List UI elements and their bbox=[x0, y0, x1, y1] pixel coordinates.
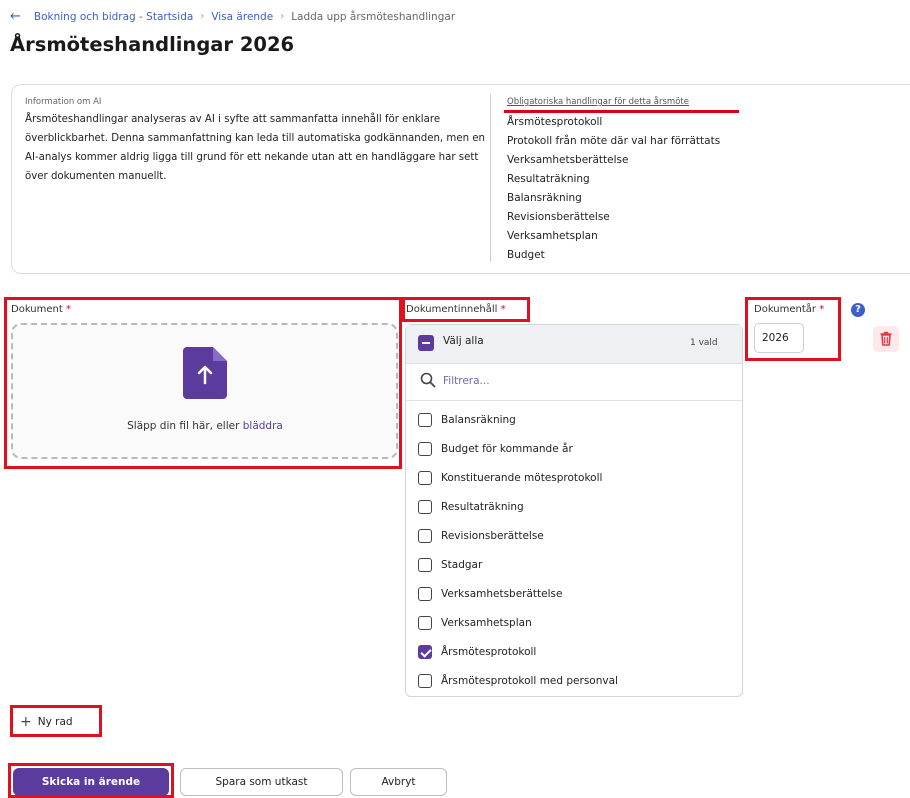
select-all-label: Välj alla bbox=[443, 335, 484, 347]
option-label: Årsmötesprotokoll bbox=[441, 646, 537, 658]
option-label: Årsmötesprotokoll med personval bbox=[441, 675, 618, 687]
year-label-text: Dokumentår bbox=[754, 304, 817, 315]
content-option[interactable]: Årsmötesprotokoll med personval bbox=[418, 671, 718, 691]
option-checkbox[interactable] bbox=[418, 500, 432, 514]
option-label: Balansräkning bbox=[441, 414, 516, 426]
required-doc-item: Protokoll från möte där val har förrätta… bbox=[507, 135, 721, 147]
option-checkbox[interactable] bbox=[418, 616, 432, 630]
info-divider bbox=[490, 94, 491, 262]
breadcrumb-link-startsida[interactable]: Bokning och bidrag - Startsida bbox=[34, 11, 193, 23]
option-checkbox[interactable] bbox=[418, 674, 432, 688]
required-doc-item: Budget bbox=[507, 249, 545, 261]
plus-icon: + bbox=[20, 714, 32, 730]
content-option[interactable]: Resultaträkning bbox=[418, 497, 718, 517]
required-docs-list: Årsmötesprotokoll Protokoll från möte dä… bbox=[507, 113, 720, 265]
content-option[interactable]: Revisionsberättelse bbox=[418, 526, 718, 546]
content-label-text: Dokumentinnehåll bbox=[406, 304, 498, 315]
content-option[interactable]: Årsmötesprotokoll bbox=[418, 642, 718, 662]
content-option[interactable]: Konstituerande mötesprotokoll bbox=[418, 468, 718, 488]
back-arrow-icon[interactable]: ← bbox=[10, 9, 21, 24]
submit-button[interactable]: Skicka in ärende bbox=[13, 768, 169, 796]
required-mark: * bbox=[65, 304, 71, 315]
content-option[interactable]: Verksamhetsplan bbox=[418, 613, 718, 633]
required-doc-item: Årsmötesprotokoll bbox=[507, 116, 603, 128]
new-row-label: Ny rad bbox=[37, 716, 73, 728]
option-label: Stadgar bbox=[441, 559, 483, 571]
filter-input[interactable]: Filtrera... bbox=[443, 375, 490, 387]
chevron-right-icon: › bbox=[200, 11, 205, 22]
option-label: Konstituerande mötesprotokoll bbox=[441, 472, 603, 484]
breadcrumb-link-visa-arende[interactable]: Visa ärende bbox=[211, 11, 273, 23]
option-checkbox[interactable] bbox=[418, 413, 432, 427]
option-checkbox[interactable] bbox=[418, 558, 432, 572]
trash-icon bbox=[880, 331, 892, 346]
new-row-button[interactable]: + Ny rad bbox=[16, 710, 98, 734]
required-doc-item: Verksamhetsplan bbox=[507, 230, 598, 242]
required-doc-item: Resultaträkning bbox=[507, 173, 590, 185]
year-input[interactable] bbox=[754, 323, 804, 353]
option-label: Resultaträkning bbox=[441, 501, 524, 513]
required-doc-item: Revisionsberättelse bbox=[507, 211, 610, 223]
option-label: Verksamhetsberättelse bbox=[441, 588, 563, 600]
content-option[interactable]: Budget för kommande år bbox=[418, 439, 718, 459]
content-option[interactable]: Verksamhetsberättelse bbox=[418, 584, 718, 604]
option-checkbox[interactable] bbox=[418, 442, 432, 456]
select-all-checkbox[interactable] bbox=[418, 335, 434, 351]
save-draft-button[interactable]: Spara som utkast bbox=[180, 768, 343, 796]
required-docs-title: Obligatoriska handlingar för detta årsmö… bbox=[507, 97, 689, 107]
required-mark: * bbox=[500, 304, 506, 315]
selected-count: 1 vald bbox=[690, 338, 718, 348]
browse-link[interactable]: bläddra bbox=[243, 420, 283, 432]
option-label: Budget för kommande år bbox=[441, 443, 573, 455]
upload-file-icon bbox=[183, 347, 227, 399]
breadcrumb: ← Bokning och bidrag - Startsida › Visa … bbox=[10, 9, 455, 24]
ai-info-label: Information om AI bbox=[25, 97, 102, 107]
required-mark: * bbox=[819, 304, 825, 315]
option-checkbox[interactable] bbox=[418, 587, 432, 601]
required-doc-item: Verksamhetsberättelse bbox=[507, 154, 629, 166]
ai-info-text: Årsmöteshandlingar analyseras av AI i sy… bbox=[25, 114, 486, 182]
delete-row-button[interactable] bbox=[873, 326, 899, 352]
option-checkbox[interactable] bbox=[418, 645, 432, 659]
search-icon bbox=[420, 372, 436, 388]
content-option[interactable]: Stadgar bbox=[418, 555, 718, 575]
option-label: Verksamhetsplan bbox=[441, 617, 532, 629]
document-label: Dokument * bbox=[11, 304, 71, 315]
content-option[interactable]: Balansräkning bbox=[418, 410, 718, 430]
page-title: Årsmöteshandlingar 2026 bbox=[10, 33, 295, 56]
cancel-button[interactable]: Avbryt bbox=[350, 768, 447, 796]
option-checkbox[interactable] bbox=[418, 471, 432, 485]
dropzone-text: Släpp din fil här, eller bläddra bbox=[0, 420, 410, 432]
required-doc-item: Balansräkning bbox=[507, 192, 582, 204]
option-label: Revisionsberättelse bbox=[441, 530, 544, 542]
option-checkbox[interactable] bbox=[418, 529, 432, 543]
breadcrumb-current: Ladda upp årsmöteshandlingar bbox=[291, 10, 456, 23]
chevron-right-icon: › bbox=[280, 11, 285, 22]
help-icon[interactable]: ? bbox=[851, 303, 865, 317]
year-label: Dokumentår * bbox=[754, 304, 824, 315]
dropzone-instruction: Släpp din fil här, eller bbox=[127, 420, 243, 432]
content-label: Dokumentinnehåll * bbox=[406, 304, 506, 315]
document-label-text: Dokument bbox=[11, 304, 63, 315]
